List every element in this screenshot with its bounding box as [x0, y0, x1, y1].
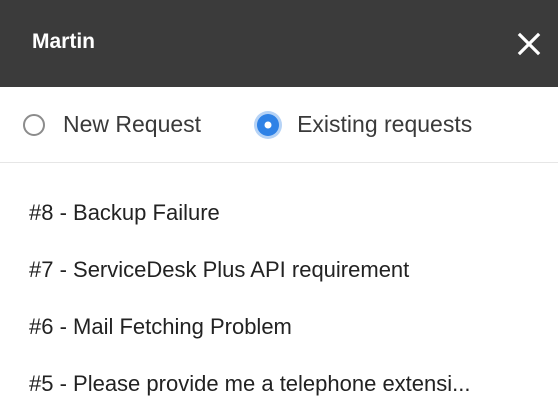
contact-name: Martin — [32, 29, 95, 53]
request-item-6[interactable]: #6 - Mail Fetching Problem — [0, 298, 558, 355]
panel-header: Martin — [0, 0, 558, 87]
existing-requests-label: Existing requests — [297, 111, 473, 137]
requests-panel: Martin New Request Existing requests #8 … — [0, 0, 558, 398]
request-list: #8 - Backup Failure #7 - ServiceDesk Plu… — [0, 163, 558, 398]
request-item-8[interactable]: #8 - Backup Failure — [0, 184, 558, 241]
close-button[interactable] — [500, 0, 558, 87]
close-icon — [517, 32, 541, 55]
request-item-5[interactable]: #5 - Please provide me a telephone exten… — [0, 355, 558, 398]
new-request-radio[interactable] — [23, 113, 45, 136]
request-type-selector: New Request Existing requests — [0, 87, 558, 163]
new-request-label: New Request — [63, 111, 202, 137]
existing-requests-radio[interactable] — [257, 113, 280, 136]
request-item-7[interactable]: #7 - ServiceDesk Plus API requirement — [0, 241, 558, 298]
existing-requests-option[interactable]: Existing requests — [257, 111, 472, 138]
new-request-option[interactable]: New Request — [23, 111, 201, 138]
